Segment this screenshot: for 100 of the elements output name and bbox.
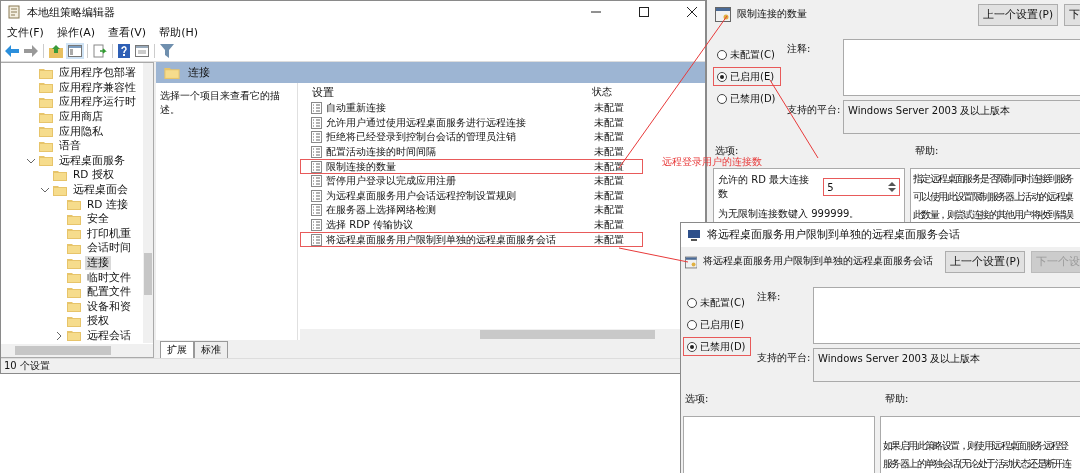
close-icon[interactable]	[687, 7, 697, 17]
number-spin-field[interactable]: 5	[823, 178, 900, 196]
back-arrow-icon[interactable]	[5, 45, 19, 57]
setting-name[interactable]: 在服务器上选择网络检测	[326, 203, 590, 218]
radio-option[interactable]: 未配置(C)	[713, 45, 781, 64]
chevron-icon[interactable]	[55, 332, 63, 340]
nav-button[interactable]: 下	[1064, 3, 1080, 26]
tree-item[interactable]: 应用商店	[57, 110, 105, 125]
tree-item[interactable]: 应用程序运行时	[57, 95, 138, 110]
forward-arrow-icon[interactable]	[24, 45, 38, 57]
setting-row[interactable]: 为远程桌面服务用户会话远程控制设置规则 未配置	[300, 188, 643, 204]
setting-row[interactable]: 拒绝将已经登录到控制台会话的管理员注销 未配置	[300, 130, 643, 145]
scrollbar[interactable]	[143, 63, 153, 343]
help-text: 指定远程桌面服务是否限制同时连接到服务	[913, 172, 1074, 186]
folder-icon	[39, 67, 53, 79]
setting-name[interactable]: 限制连接的数量	[326, 159, 590, 174]
policy-icon	[311, 219, 322, 232]
setting-name[interactable]: 允许用户通过使用远程桌面服务进行远程连接	[326, 115, 590, 130]
status-text: 10 个设置	[4, 359, 50, 373]
help-icon[interactable]	[118, 44, 130, 58]
tree-item[interactable]: 远程会话	[85, 329, 133, 343]
setting-name[interactable]: 自动重新连接	[326, 101, 590, 116]
tree-item[interactable]: 远程桌面服务	[57, 153, 127, 168]
comment-field[interactable]	[813, 287, 1080, 344]
tree-item[interactable]: RD 连接	[85, 197, 130, 212]
tree-item[interactable]: RD 授权	[71, 168, 116, 183]
policy-heading: 将远程桌面服务用户限制到单独的远程桌面服务会话	[703, 254, 934, 268]
chevron-icon[interactable]	[41, 186, 49, 195]
tree-item[interactable]: 授权	[85, 314, 111, 329]
radio-option[interactable]: 已启用(E)	[713, 67, 781, 86]
setting-row[interactable]: 允许用户通过使用远程桌面服务进行远程连接 未配置	[300, 115, 643, 131]
setting-row[interactable]: 在服务器上选择网络检测 未配置	[300, 203, 643, 218]
setting-row[interactable]: 限制连接的数量 未配置	[300, 159, 643, 174]
export-list-icon[interactable]	[93, 44, 107, 58]
column-header[interactable]: 状态	[592, 85, 640, 99]
folder-up-icon[interactable]	[49, 44, 63, 58]
setting-row[interactable]: 暂停用户登录以完成应用注册 未配置	[300, 173, 643, 189]
spin-arrows-icon[interactable]	[888, 181, 896, 193]
panel-title: 连接	[188, 65, 210, 80]
filter-icon[interactable]	[160, 44, 174, 58]
nav-button[interactable]: 上一个设置(P)	[978, 3, 1058, 26]
help-label: 帮助:	[885, 392, 909, 406]
radio-option[interactable]: 已启用(E)	[683, 315, 751, 334]
setting-row[interactable]: 自动重新连接 未配置	[300, 101, 643, 116]
tree-item[interactable]: 安全	[85, 212, 111, 227]
nav-button[interactable]: 上一个设置(P)	[945, 251, 1025, 273]
policy-icon	[311, 204, 322, 217]
menu-item[interactable]: 查看(V)	[108, 24, 147, 40]
setting-name[interactable]: 拒绝将已经登录到控制台会话的管理员注销	[326, 130, 590, 145]
scrollbar[interactable]	[1, 344, 153, 357]
pane-toggle-icon[interactable]	[68, 45, 82, 57]
menu-item[interactable]: 操作(A)	[56, 24, 96, 40]
notebook-icon	[7, 5, 21, 19]
folder-icon	[67, 286, 81, 298]
tab[interactable]: 标准	[194, 341, 228, 358]
tab[interactable]: 扩展	[160, 341, 194, 358]
comment-field[interactable]	[843, 39, 1080, 96]
settings-window-icon	[715, 7, 731, 22]
setting-name[interactable]: 选择 RDP 传输协议	[326, 218, 590, 233]
tree-item[interactable]: 连接	[85, 256, 111, 270]
chevron-icon[interactable]	[27, 156, 35, 165]
properties-window-icon[interactable]	[135, 45, 149, 57]
tree-item[interactable]: 应用程序兼容性	[57, 80, 138, 95]
menu-item[interactable]: 帮助(H)	[159, 24, 198, 40]
setting-row[interactable]: 将远程桌面服务用户限制到单独的远程桌面服务会话 未配置	[300, 232, 643, 247]
folder-icon	[39, 126, 53, 138]
setting-name[interactable]: 为远程桌面服务用户会话远程控制设置规则	[326, 188, 590, 203]
folder-icon	[164, 66, 180, 79]
tree-item[interactable]: 语音	[57, 139, 83, 154]
tree-item[interactable]: 临时文件	[85, 270, 133, 285]
maximize-icon[interactable]	[639, 7, 649, 17]
setting-name[interactable]: 配置活动连接的时间间隔	[326, 145, 590, 160]
radio-option[interactable]: 未配置(C)	[683, 293, 751, 312]
setting-name[interactable]: 暂停用户登录以完成应用注册	[326, 174, 590, 189]
tree-item[interactable]: 配置文件	[85, 285, 133, 300]
tree-item[interactable]: 设备和资	[85, 299, 133, 314]
comment-label: 注释:	[757, 290, 782, 304]
column-header[interactable]: 设置	[312, 84, 592, 100]
tree-item[interactable]: 应用程序包部署	[57, 66, 138, 81]
policy-icon	[311, 146, 322, 159]
setting-row[interactable]: 选择 RDP 传输协议 未配置	[300, 217, 643, 233]
tree-item[interactable]: 远程桌面会	[71, 183, 130, 198]
option-label: 允许的 RD 最大连接数	[718, 173, 810, 201]
folder-icon	[67, 213, 81, 225]
setting-state: 未配置	[594, 101, 625, 116]
policy-icon	[311, 160, 322, 173]
setting-state: 未配置	[594, 174, 625, 189]
tree-item[interactable]: 会话时间	[85, 241, 133, 256]
folder-icon	[67, 228, 81, 240]
radio-option[interactable]: 已禁用(D)	[713, 89, 781, 108]
tree-item[interactable]: 应用隐私	[57, 124, 105, 139]
policy-icon	[311, 102, 322, 115]
setting-name[interactable]: 将远程桌面服务用户限制到单独的远程桌面服务会话	[326, 232, 590, 247]
radio-option[interactable]: 已禁用(D)	[683, 337, 751, 356]
menu-item[interactable]: 文件(F)	[7, 24, 44, 40]
tree-item[interactable]: 打印机重	[85, 226, 133, 241]
setting-row[interactable]: 配置活动连接的时间间隔 未配置	[300, 144, 643, 160]
setting-state: 未配置	[594, 188, 625, 203]
folder-icon	[39, 140, 53, 152]
setting-state: 未配置	[594, 218, 625, 233]
